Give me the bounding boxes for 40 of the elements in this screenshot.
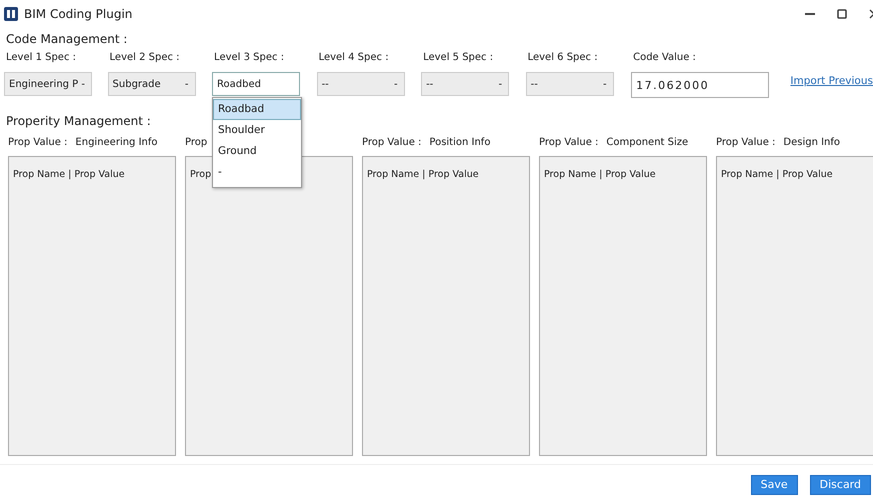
code-value-field[interactable]: 17.062000 — [631, 72, 770, 98]
dropdown-option[interactable]: - — [213, 162, 302, 183]
column-header: Prop Name | Prop Value — [13, 169, 125, 180]
spec-label: Level 2 Spec : — [108, 51, 181, 65]
column-header: Prop Name | Prop Value — [367, 169, 479, 180]
column-header: Prop — [190, 169, 212, 180]
prop-value-label: Prop Value : — [716, 136, 776, 150]
spec-dropdown[interactable]: Engineering P - — [4, 72, 92, 96]
prop-value-label: Prop Value : — [362, 136, 422, 150]
panel-title: Component Size — [606, 136, 688, 150]
prop-value-label: Prop — [185, 136, 208, 150]
dropdown-option[interactable]: Shoulder — [213, 120, 302, 141]
spec-dropdown[interactable]: -- - — [316, 72, 405, 96]
spec-dropdown[interactable]: -- - — [421, 72, 510, 96]
spec-label: Level 4 Spec : — [318, 51, 390, 65]
maximize-icon[interactable] — [837, 9, 847, 19]
window-title: BIM Coding Plugin — [24, 7, 134, 21]
spec-dropdown[interactable]: Subgrade - — [108, 72, 196, 96]
dropdown-option[interactable]: Ground — [213, 141, 302, 162]
spec-dropdown[interactable]: Roadbed — [212, 72, 300, 96]
section-heading: Code Management : — [6, 32, 128, 46]
spec-dropdown[interactable]: -- - — [526, 72, 614, 96]
section-heading: Properity Management : — [6, 114, 151, 128]
app-logo-icon — [4, 7, 18, 21]
code-value-label: Code Value : — [632, 51, 697, 65]
save-button[interactable]: Save — [750, 475, 798, 495]
panel-title: Position Info — [429, 136, 490, 150]
column-header: Prop Name | Prop Value — [544, 169, 656, 180]
prop-value-label: Prop Value : — [8, 136, 68, 150]
spec-label: Level 6 Spec : — [526, 51, 599, 65]
spec-label: Level 3 Spec : — [213, 51, 286, 65]
spec-label: Level 1 Spec : — [5, 51, 78, 65]
column-header: Prop Name | Prop Value — [721, 169, 833, 180]
import-previous-link[interactable]: Import Previous — [790, 75, 873, 98]
panel-title: Engineering Info — [75, 136, 158, 150]
spec-label: Level 5 Spec : — [422, 51, 494, 65]
prop-value-label: Prop Value : — [539, 136, 598, 150]
discard-button[interactable]: Discard — [810, 475, 871, 495]
panel-title: Design Info — [783, 136, 840, 150]
dropdown-option[interactable]: Roadbad — [213, 99, 302, 120]
